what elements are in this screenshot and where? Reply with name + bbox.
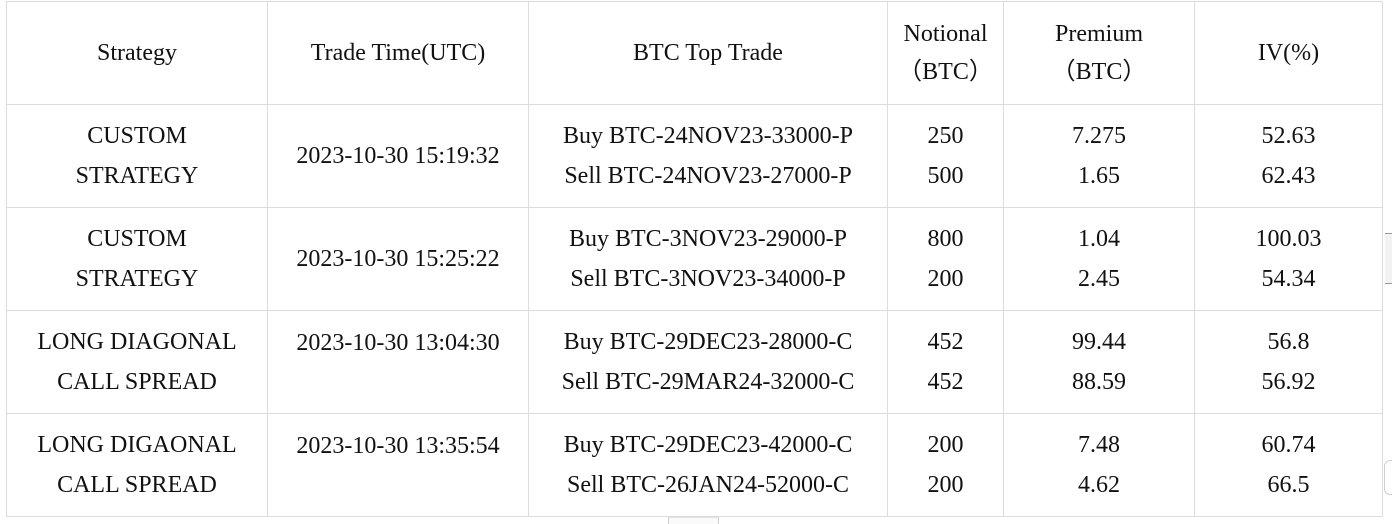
strategy-cell: CUSTOM STRATEGY (6, 104, 268, 208)
strategy-name-line: STRATEGY (75, 266, 199, 292)
table-row: LONG DIGAONAL CALL SPREAD 2023-10-30 13:… (6, 413, 1383, 517)
strategy-cell: CUSTOM STRATEGY (6, 207, 268, 311)
header-iv-label: IV(%) (1257, 40, 1320, 66)
header-notional: Notional （BTC） (887, 1, 1004, 105)
top-trade-cell: Buy BTC-3NOV23-29000-P Sell BTC-3NOV23-3… (528, 207, 888, 311)
trade-time-cell: 2023-10-30 13:04:30 (267, 310, 529, 414)
trade-time: 2023-10-30 15:19:32 (296, 143, 500, 169)
notional-value: 200 (927, 432, 964, 458)
iv-value: 52.63 (1261, 123, 1316, 149)
trade-time-cell: 2023-10-30 15:25:22 (267, 207, 529, 311)
side-panel-handle-secondary[interactable] (1384, 460, 1392, 495)
strategy-name-line: STRATEGY (75, 163, 199, 189)
notional-value: 500 (927, 163, 964, 189)
header-premium-label: Premium (1055, 21, 1143, 47)
iv-cell: 100.03 54.34 (1194, 207, 1383, 311)
iv-value: 54.34 (1261, 266, 1316, 292)
notional-cell: 800 200 (887, 207, 1004, 311)
trade-time-cell: 2023-10-30 13:35:54 (267, 413, 529, 517)
premium-value: 4.62 (1078, 472, 1120, 498)
premium-value: 7.275 (1072, 123, 1126, 149)
premium-value: 1.65 (1078, 163, 1120, 189)
iv-value: 56.92 (1261, 369, 1316, 395)
table-row: LONG DIAGONAL CALL SPREAD 2023-10-30 13:… (6, 310, 1383, 414)
header-top-trade: BTC Top Trade (528, 1, 888, 105)
iv-cell: 52.63 62.43 (1194, 104, 1383, 208)
iv-value: 62.43 (1261, 163, 1316, 189)
header-row: Strategy Trade Time(UTC) BTC Top Trade N… (6, 1, 1383, 105)
notional-value: 800 (927, 226, 964, 252)
trade-time-cell: 2023-10-30 15:19:32 (267, 104, 529, 208)
top-trade-cell: Buy BTC-24NOV23-33000-P Sell BTC-24NOV23… (528, 104, 888, 208)
premium-value: 1.04 (1078, 226, 1120, 252)
trade-time: 2023-10-30 13:35:54 (296, 433, 500, 459)
strategy-name-line: CUSTOM (87, 226, 187, 252)
notional-value: 200 (927, 472, 964, 498)
strategy-cell: LONG DIGAONAL CALL SPREAD (6, 413, 268, 517)
trade-leg: Buy BTC-3NOV23-29000-P (568, 226, 847, 252)
trade-leg: Buy BTC-29DEC23-42000-C (563, 432, 853, 458)
trade-time: 2023-10-30 13:04:30 (296, 330, 500, 356)
trade-leg: Sell BTC-24NOV23-27000-P (564, 163, 852, 189)
trade-leg: Sell BTC-3NOV23-34000-P (570, 266, 846, 292)
strategy-name-line: CALL SPREAD (57, 472, 217, 498)
iv-value: 100.03 (1255, 226, 1322, 252)
table-row: CUSTOM STRATEGY 2023-10-30 15:25:22 Buy … (6, 207, 1383, 311)
header-trade-time: Trade Time(UTC) (267, 1, 529, 105)
iv-value: 66.5 (1267, 472, 1310, 498)
strategy-cell: LONG DIAGONAL CALL SPREAD (6, 310, 268, 414)
strategy-name-line: LONG DIAGONAL (37, 329, 237, 355)
table-row: CUSTOM STRATEGY 2023-10-30 15:19:32 Buy … (6, 104, 1383, 208)
premium-value: 7.48 (1078, 432, 1120, 458)
trade-leg: Buy BTC-29DEC23-28000-C (563, 329, 853, 355)
header-notional-unit: （BTC） (898, 59, 993, 85)
side-panel-handle[interactable] (1385, 233, 1392, 284)
notional-cell: 452 452 (887, 310, 1004, 414)
header-premium: Premium （BTC） (1003, 1, 1195, 105)
premium-cell: 7.48 4.62 (1003, 413, 1195, 517)
premium-cell: 7.275 1.65 (1003, 104, 1195, 208)
premium-value: 2.45 (1078, 266, 1120, 292)
iv-cell: 60.74 66.5 (1194, 413, 1383, 517)
top-trade-cell: Buy BTC-29DEC23-28000-C Sell BTC-29MAR24… (528, 310, 888, 414)
notional-cell: 250 500 (887, 104, 1004, 208)
header-premium-unit: （BTC） (1051, 59, 1147, 85)
strategy-name-line: CUSTOM (87, 123, 187, 149)
notional-value: 200 (927, 266, 964, 292)
header-strategy: Strategy (6, 1, 268, 105)
trade-leg: Sell BTC-26JAN24-52000-C (567, 472, 849, 498)
trade-time: 2023-10-30 15:25:22 (296, 246, 500, 272)
premium-cell: 1.04 2.45 (1003, 207, 1195, 311)
top-trade-cell: Buy BTC-29DEC23-42000-C Sell BTC-26JAN24… (528, 413, 888, 517)
header-iv: IV(%) (1194, 1, 1383, 105)
header-trade-time-label: Trade Time(UTC) (310, 40, 486, 66)
header-strategy-label: Strategy (97, 40, 177, 66)
strategy-name-line: CALL SPREAD (57, 369, 217, 395)
notional-value: 250 (927, 123, 964, 149)
premium-cell: 99.44 88.59 (1003, 310, 1195, 414)
trade-leg: Buy BTC-24NOV23-33000-P (562, 123, 853, 149)
strategy-name-line: LONG DIGAONAL (37, 432, 237, 458)
notional-value: 452 (927, 369, 964, 395)
premium-value: 99.44 (1072, 329, 1126, 355)
iv-value: 56.8 (1267, 329, 1310, 355)
trade-leg: Sell BTC-29MAR24-32000-C (561, 369, 855, 395)
header-top-trade-label: BTC Top Trade (633, 40, 783, 66)
iv-cell: 56.8 56.92 (1194, 310, 1383, 414)
notional-cell: 200 200 (887, 413, 1004, 517)
iv-value: 60.74 (1261, 432, 1316, 458)
notional-value: 452 (927, 329, 964, 355)
btc-top-trades-table-container: Strategy Trade Time(UTC) BTC Top Trade N… (6, 1, 1383, 517)
premium-value: 88.59 (1072, 369, 1126, 395)
btc-top-trades-table: Strategy Trade Time(UTC) BTC Top Trade N… (6, 1, 1383, 517)
header-notional-label: Notional (903, 21, 988, 47)
